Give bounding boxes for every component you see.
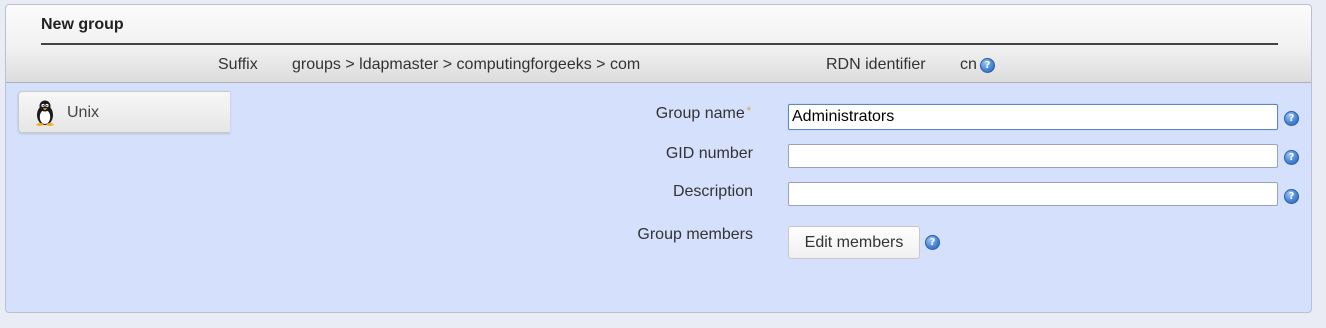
gid-number-input[interactable]	[788, 144, 1278, 168]
edit-members-button[interactable]: Edit members	[788, 226, 920, 259]
rdn-label: RDN identifier	[826, 56, 926, 73]
group-name-label: Group name *	[656, 105, 751, 123]
tab-unix-label: Unix	[67, 104, 100, 121]
suffix-value: groups > ldapmaster > computingforgeeks …	[292, 56, 641, 73]
gid-number-label: GID number	[665, 145, 753, 162]
description-help-icon[interactable]: ?	[1284, 189, 1299, 204]
suffix-label: Suffix	[218, 56, 258, 73]
tux-penguin-icon	[36, 100, 54, 126]
group-members-help-icon[interactable]: ?	[925, 235, 940, 250]
group-members-label: Group members	[637, 226, 753, 243]
description-input[interactable]	[788, 182, 1278, 206]
description-label: Description	[672, 183, 753, 200]
rdn-help-icon[interactable]: ?	[980, 58, 995, 73]
panel-title: New group	[41, 16, 124, 33]
title-divider	[41, 43, 1278, 45]
group-name-input[interactable]	[788, 104, 1278, 130]
group-name-help-icon[interactable]: ?	[1284, 111, 1299, 126]
required-star-icon: *	[746, 105, 751, 117]
panel-header: New group Suffix groups > ldapmaster > c…	[6, 5, 1311, 83]
rdn-value: cn	[960, 56, 977, 73]
new-group-panel: New group Suffix groups > ldapmaster > c…	[5, 4, 1312, 313]
group-name-label-text: Group name	[655, 105, 745, 122]
gid-number-help-icon[interactable]: ?	[1284, 150, 1299, 165]
tab-unix[interactable]: Unix	[18, 91, 230, 133]
